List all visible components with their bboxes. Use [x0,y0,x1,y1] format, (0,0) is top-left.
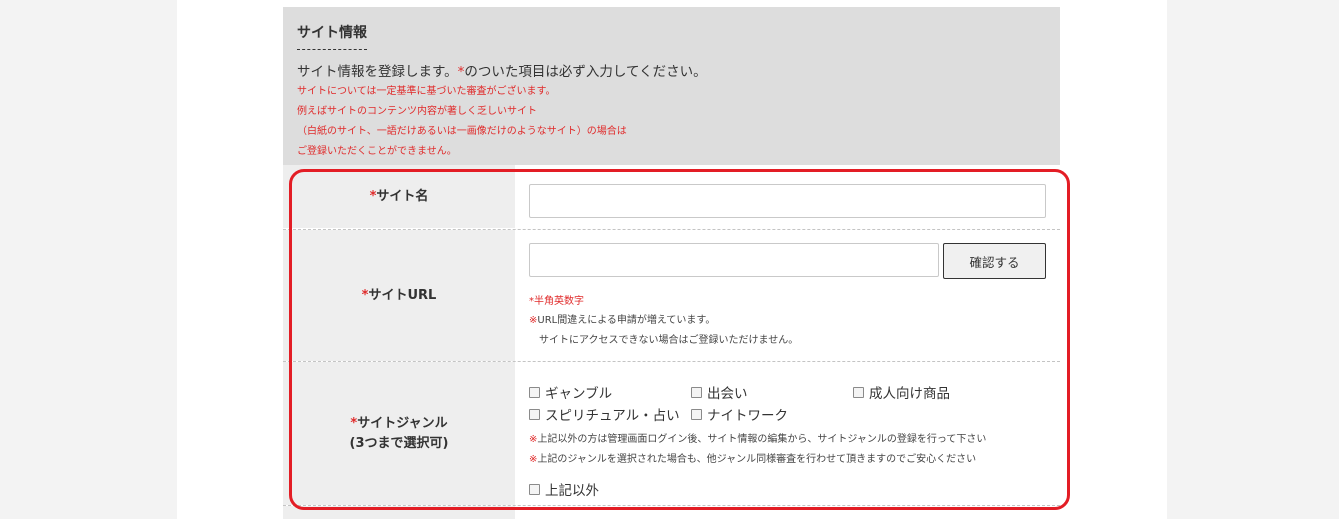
checkbox-box[interactable] [691,386,702,398]
section-title: サイト情報 [297,22,367,50]
url-note-text: URL間違えによる申請が増えています。 [537,315,716,326]
genre-checkbox-dating[interactable]: 出会い [691,382,748,402]
site-url-label: *サイトURL [362,286,437,306]
intro-text-after: のついた項目は必ず入力してください。 [464,64,707,80]
checkbox-box[interactable] [529,408,540,420]
registration-form: *サイト名 *サイトURL 確認する *半角英数字 ※URL間違えによる申請が増… [283,165,1060,519]
url-note-line2: サイトにアクセスできない場合はご登録いただけません。 [539,335,799,346]
genre-note-text: 上記のジャンルを選択された場合も、他ジャンル同様審査を行わせて頂きますのでご安心… [537,454,977,465]
genre-checkbox-nightwork[interactable]: ナイトワーク [691,404,788,424]
checkbox-box[interactable] [529,386,540,398]
site-genre-label-cell: *サイトジャンル (3つまで選択可) [283,362,515,505]
url-hint: *半角英数字 [529,296,584,307]
genre-option-label: 上記以外 [545,483,599,499]
checkbox-box[interactable] [853,386,864,398]
site-url-label-text: サイトURL [368,287,437,303]
checkbox-box[interactable] [529,483,540,495]
genre-option-label: ナイトワーク [707,408,788,424]
site-name-label-text: サイト名 [376,188,429,204]
intro-text: サイト情報を登録します。*のついた項目は必ず入力してください。 [297,60,707,80]
genre-note-line1: ※上記以外の方は管理画面ログイン後、サイト情報の編集から、サイトジャンルの登録を… [529,430,986,445]
site-name-input[interactable] [529,184,1046,218]
site-genre-sublabel: (3つまで選択可) [349,435,449,451]
url-note-line1: ※URL間違えによる申請が増えています。 [529,311,715,326]
genre-option-label: 出会い [707,386,748,402]
notice-line: ご登録いただくことができません。 [297,146,457,157]
confirm-url-button[interactable]: 確認する [943,243,1046,279]
genre-note-line2: ※上記のジャンルを選択された場合も、他ジャンル同様審査を行わせて頂きますのでご安… [529,450,976,465]
genre-checkbox-adult-goods[interactable]: 成人向け商品 [853,382,950,402]
site-name-label: *サイト名 [370,187,429,207]
site-url-input[interactable] [529,243,939,277]
notice-line: （白紙のサイト、一語だけあるいは一画像だけのようなサイト）の場合は [297,126,627,137]
site-url-label-cell: *サイトURL [283,230,515,361]
genre-checkbox-gambling[interactable]: ギャンブル [529,382,612,402]
notice-line: サイトについては一定基準に基づいた審査がございます。 [297,86,556,97]
next-row-label-cell [283,506,515,519]
site-name-label-cell: *サイト名 [283,165,515,228]
genre-option-label: 成人向け商品 [869,386,950,402]
genre-checkbox-other[interactable]: 上記以外 [529,479,599,499]
genre-checkbox-spiritual[interactable]: スピリチュアル・占い [529,404,680,424]
notice-line: 例えばサイトのコンテンツ内容が著しく乏しいサイト [297,106,537,117]
site-genre-label-text: サイトジャンル [357,415,448,431]
site-genre-label: *サイトジャンル [350,414,447,434]
site-info-panel: サイト情報 サイト情報を登録します。*のついた項目は必ず入力してください。 サイ… [283,7,1060,519]
genre-note-text: 上記以外の方は管理画面ログイン後、サイト情報の編集から、サイトジャンルの登録を行… [537,434,987,445]
genre-option-label: スピリチュアル・占い [545,408,680,424]
checkbox-box[interactable] [691,408,702,420]
genre-option-label: ギャンブル [545,386,613,402]
intro-text-before: サイト情報を登録します。 [297,64,458,80]
